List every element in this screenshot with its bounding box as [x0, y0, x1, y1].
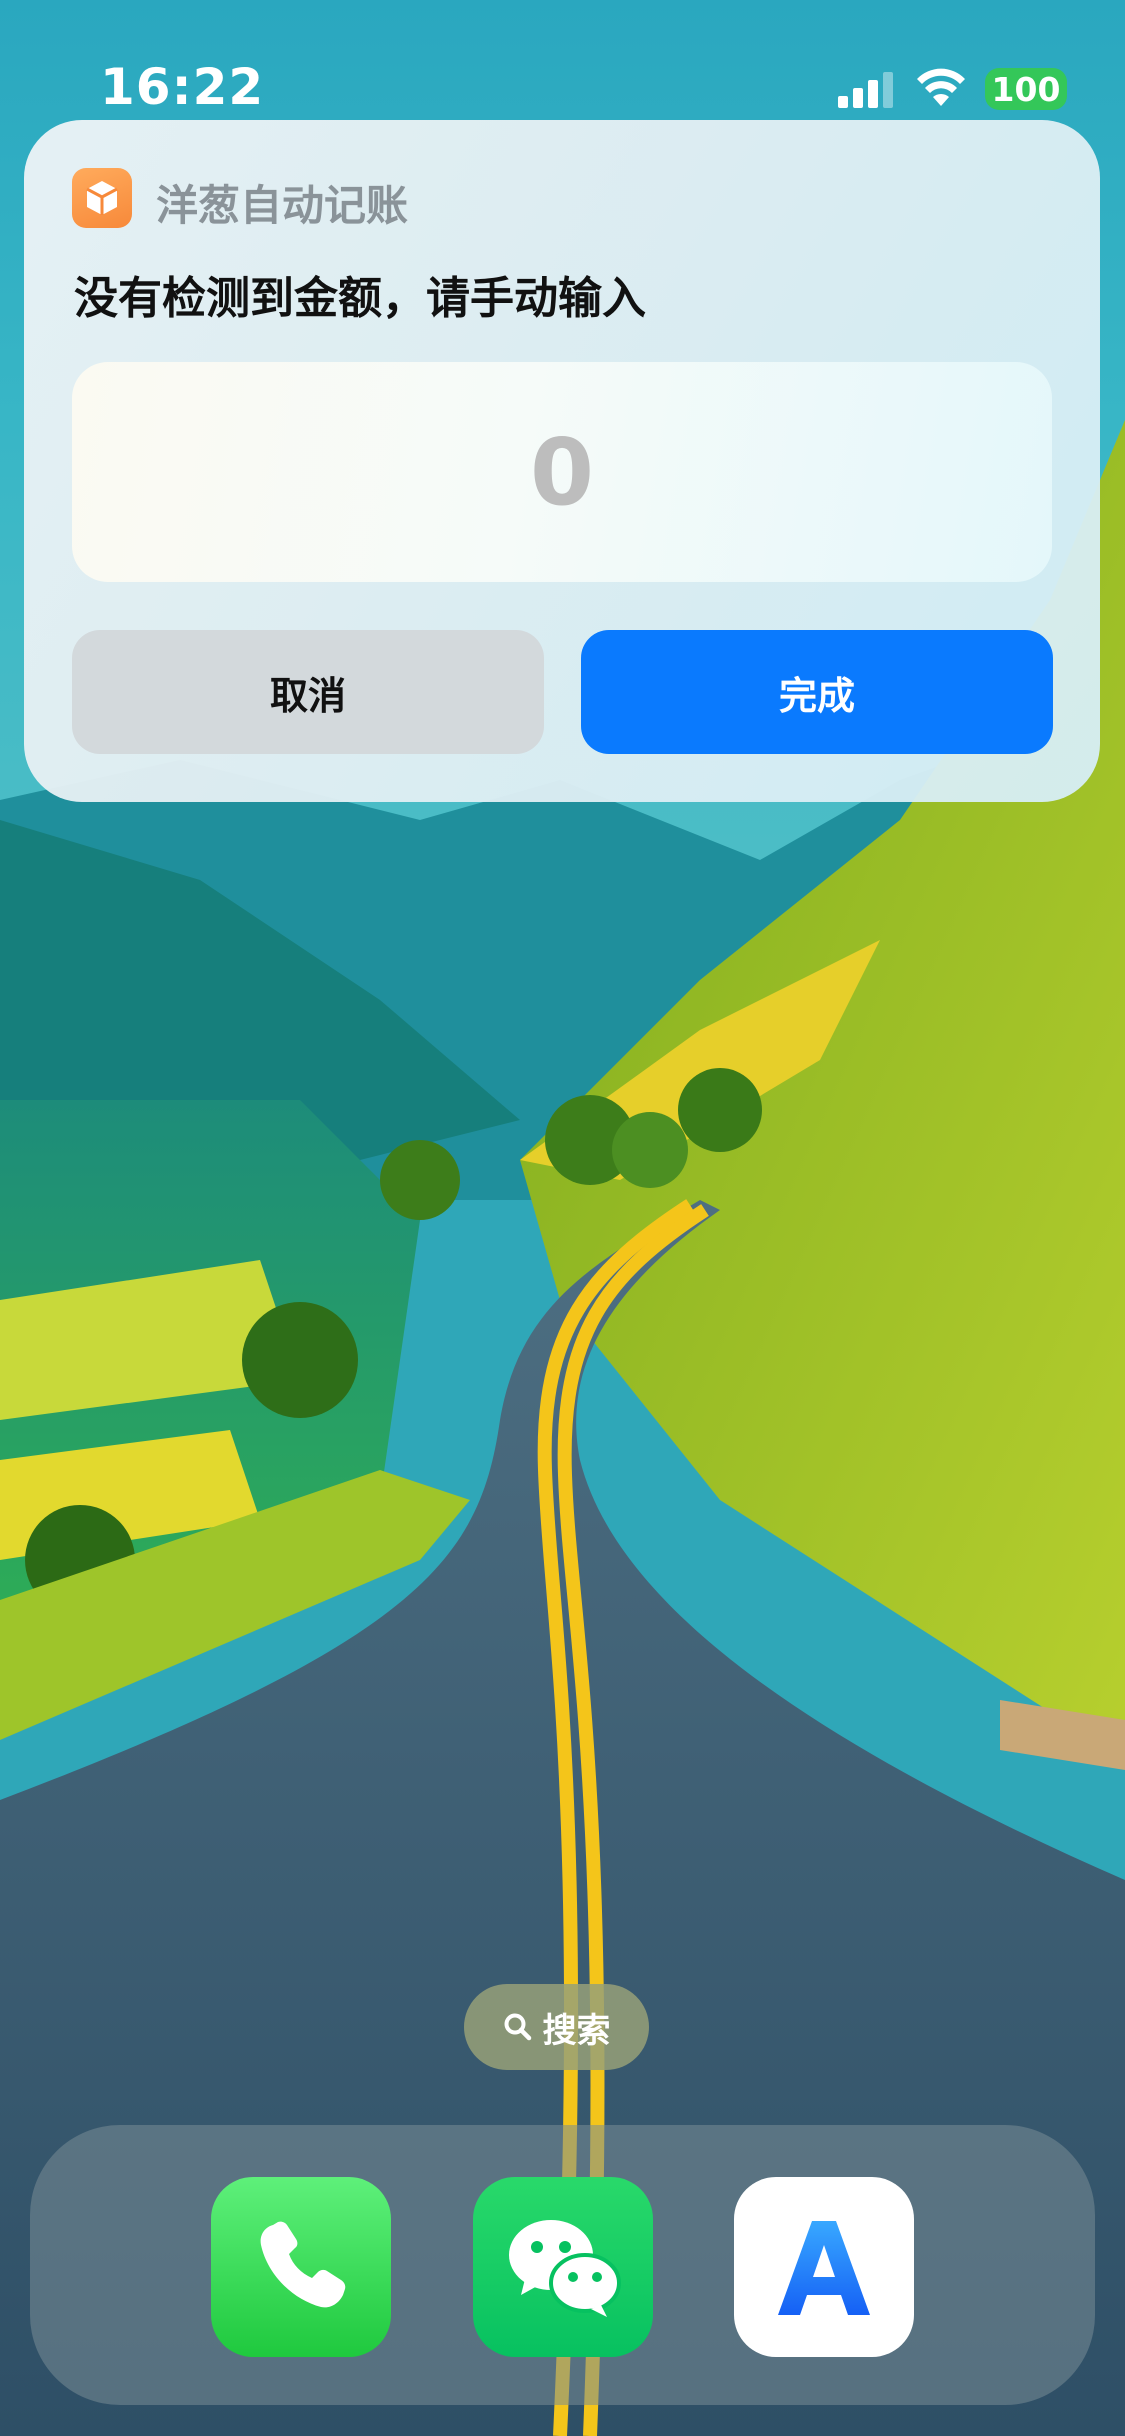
phone-icon	[260, 2221, 346, 2308]
wechat-icon	[509, 2220, 621, 2317]
done-button[interactable]: 完成	[581, 630, 1053, 754]
search-icon	[503, 2012, 533, 2042]
search-button[interactable]: 搜索	[464, 1984, 649, 2070]
notification-title: 没有检测到金额，请手动输入	[74, 273, 646, 324]
app-store-icon	[778, 2221, 870, 2315]
dock	[30, 2125, 1095, 2405]
amount-input-field[interactable]: 0	[72, 362, 1052, 582]
cellular-signal-icon	[838, 72, 893, 108]
box-icon	[86, 181, 118, 215]
app-name: 洋葱自动记账	[156, 181, 409, 230]
dock-app-store[interactable]	[734, 2177, 914, 2357]
home-screen: 16:22 100 洋葱自动记账 没有检测到金额，请手动输入 0 取消 完成 搜…	[0, 0, 1125, 2436]
app-icon	[72, 168, 132, 228]
dock-app-phone[interactable]	[211, 2177, 391, 2357]
search-label: 搜索	[542, 2010, 611, 2051]
status-time: 16:22	[100, 58, 265, 116]
dock-app-wechat[interactable]	[473, 2177, 653, 2357]
battery-indicator: 100	[985, 68, 1067, 110]
wifi-icon	[917, 68, 965, 106]
cancel-button[interactable]: 取消	[72, 630, 544, 754]
amount-input-notification: 洋葱自动记账 没有检测到金额，请手动输入 0 取消 完成	[24, 120, 1100, 802]
